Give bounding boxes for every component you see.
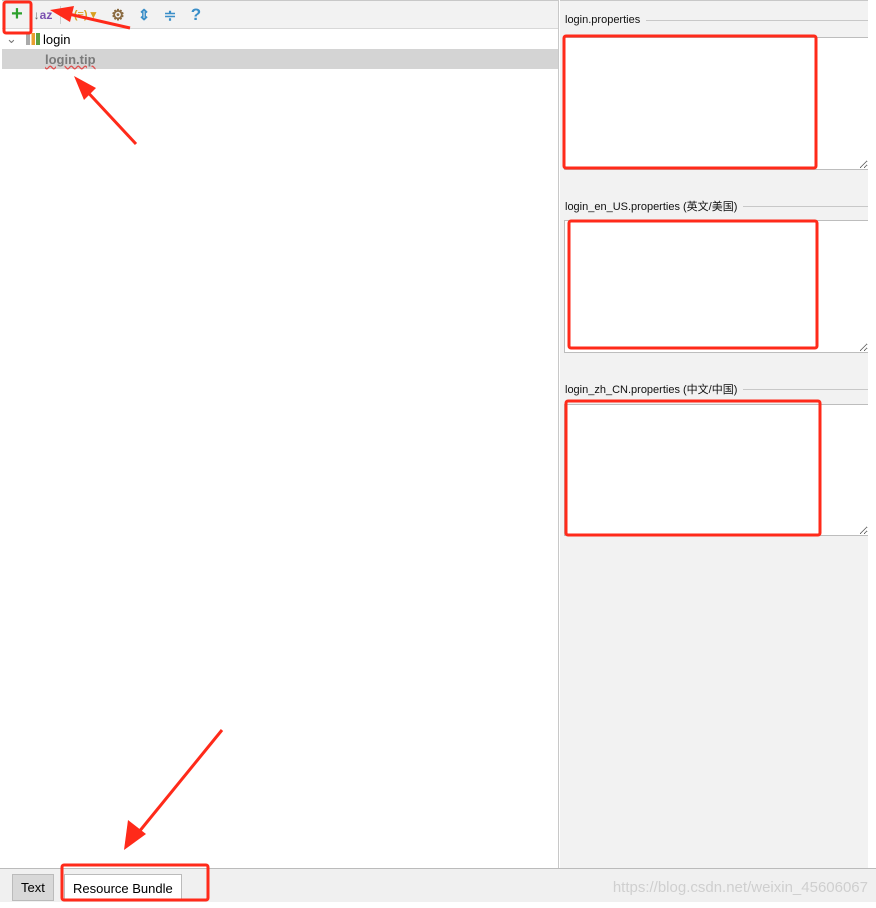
- watermark: https://blog.csdn.net/weixin_45606067: [612, 879, 868, 896]
- login-properties-editor[interactable]: [564, 37, 868, 170]
- expand-all-icon: ⇕: [137, 6, 151, 24]
- login-zh-cn-editor[interactable]: [564, 404, 868, 536]
- login-en-us-editor[interactable]: [564, 220, 868, 353]
- expand-all-button[interactable]: ⇕: [133, 4, 155, 26]
- key-tree-panel: + ↓az (≡) ▾ ⚙ ⇕ ≑ ? ⌄ login login.tip: [2, 0, 559, 868]
- section-title: login_zh_CN.properties (中文/中国): [565, 381, 868, 397]
- tree-node-login[interactable]: ⌄ login: [2, 29, 558, 49]
- sort-button[interactable]: ↓az: [32, 4, 54, 26]
- add-property-button[interactable]: +: [6, 3, 28, 26]
- tree-node-login-tip[interactable]: login.tip: [2, 49, 558, 69]
- collapse-all-icon: ≑: [163, 6, 177, 24]
- section-title: login_en_US.properties (英文/美国): [565, 198, 868, 214]
- settings-icon: ⚙: [111, 6, 125, 24]
- chevron-down-icon[interactable]: ⌄: [6, 31, 26, 47]
- settings-button[interactable]: ⚙: [107, 4, 129, 26]
- add-icon: +: [11, 3, 23, 25]
- sort-alpha-icon: ↓az: [33, 7, 53, 22]
- help-button[interactable]: ?: [185, 4, 207, 26]
- group-button[interactable]: (≡) ▾: [67, 4, 103, 26]
- help-icon: ?: [190, 4, 202, 24]
- divider: [60, 5, 61, 24]
- toolbar: + ↓az (≡) ▾ ⚙ ⇕ ≑ ?: [2, 1, 558, 29]
- group-icon: (≡) ▾: [73, 9, 97, 21]
- collapse-all-button[interactable]: ≑: [159, 4, 181, 26]
- tab-text[interactable]: Text: [12, 874, 54, 901]
- section-title: login.properties: [565, 14, 868, 26]
- tab-resource-bundle[interactable]: Resource Bundle: [64, 874, 182, 901]
- editor-tabs: Text Resource Bundle https://blog.csdn.n…: [0, 868, 876, 902]
- tree-node-label: login: [43, 31, 71, 47]
- resource-bundle-icon: [26, 33, 40, 45]
- tree-node-label: login.tip: [45, 51, 96, 67]
- properties-panel: login.properties login_en_US.properties …: [560, 0, 868, 868]
